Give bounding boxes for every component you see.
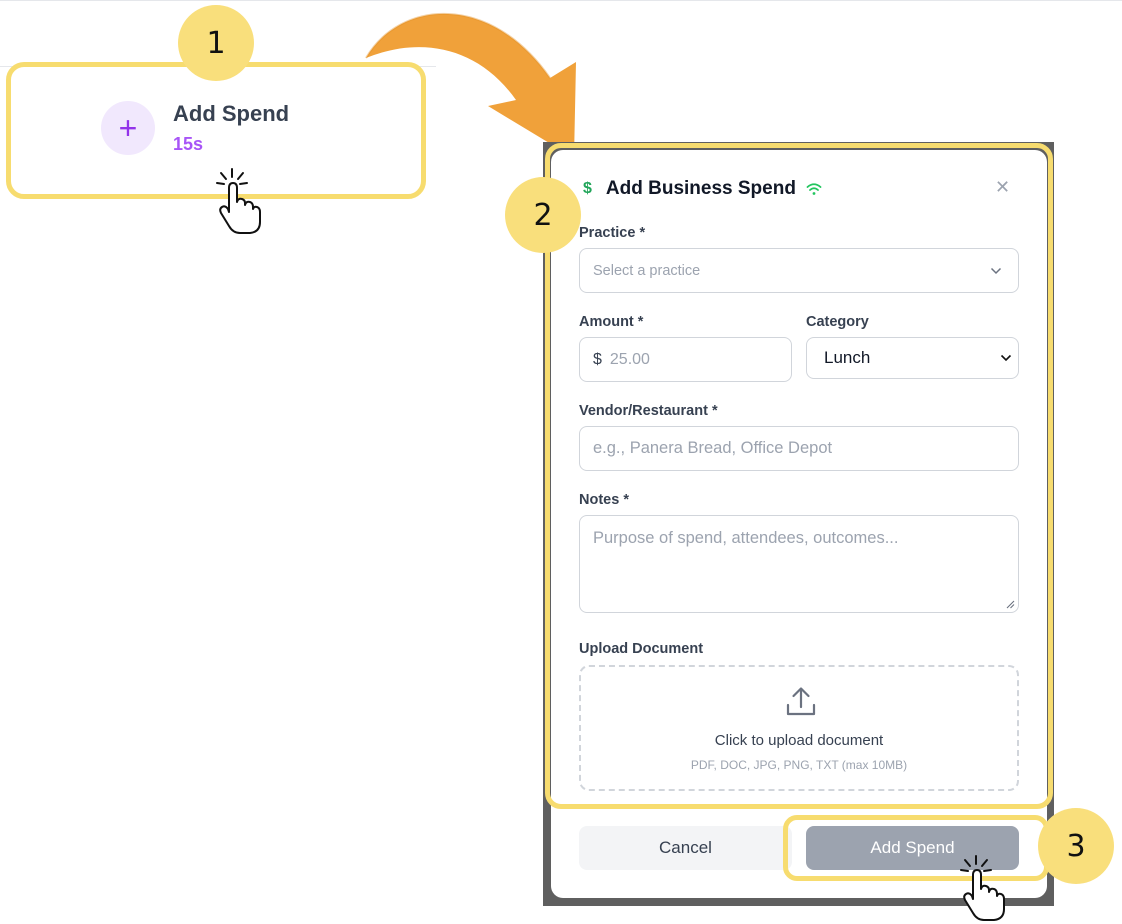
tutorial-screenshot: + Add Spend 15s $ Add Business Spend ✕ P… xyxy=(0,0,1122,924)
modal-header: $ Add Business Spend xyxy=(583,176,822,202)
chevron-down-icon xyxy=(1000,354,1012,362)
resize-handle-icon[interactable] xyxy=(1006,600,1015,609)
close-icon[interactable]: ✕ xyxy=(995,178,1010,196)
category-label: Category xyxy=(806,314,869,330)
hand-pointer-icon xyxy=(216,168,261,234)
quick-action-duration: 15s xyxy=(173,134,204,154)
dollar-icon: $ xyxy=(583,180,592,197)
vendor-placeholder: e.g., Panera Bread, Office Depot xyxy=(593,439,833,457)
amount-placeholder: 25.00 xyxy=(609,350,650,368)
scroll-tick xyxy=(546,520,548,528)
plus-icon: + xyxy=(101,101,155,155)
chevron-down-icon xyxy=(990,267,1002,274)
cancel-button[interactable]: Cancel xyxy=(579,826,792,870)
category-value: Lunch xyxy=(824,348,871,367)
wifi-icon xyxy=(806,183,822,195)
vendor-input[interactable]: e.g., Panera Bread, Office Depot xyxy=(579,426,1019,471)
upload-label: Upload Document xyxy=(579,641,704,657)
notes-textarea[interactable]: Purpose of spend, attendees, outcomes... xyxy=(579,515,1019,613)
step-1-badge: 1 xyxy=(178,5,254,81)
notes-label: Notes * xyxy=(579,492,629,508)
amount-input[interactable]: $ 25.00 xyxy=(579,337,792,382)
step-3-badge: 3 xyxy=(1038,808,1114,884)
currency-symbol: $ xyxy=(593,350,602,368)
hand-pointer-icon xyxy=(960,855,1005,921)
amount-label: Amount * xyxy=(579,314,644,330)
scroll-tick xyxy=(546,740,548,748)
upload-dropzone[interactable]: Click to upload document PDF, DOC, JPG, … xyxy=(579,665,1019,791)
practice-select[interactable]: Select a practice xyxy=(579,248,1019,293)
upload-icon xyxy=(786,687,816,716)
upload-hint-text: PDF, DOC, JPG, PNG, TXT (max 10MB) xyxy=(690,758,908,772)
notes-placeholder: Purpose of spend, attendees, outcomes... xyxy=(593,529,899,547)
modal-title: Add Business Spend xyxy=(605,178,796,199)
upload-main-text: Click to upload document xyxy=(714,732,884,749)
practice-label: Practice * xyxy=(579,225,646,241)
vendor-label: Vendor/Restaurant * xyxy=(579,403,718,419)
practice-placeholder: Select a practice xyxy=(593,262,701,279)
quick-action-title: Add Spend xyxy=(173,101,290,126)
category-select[interactable]: Lunch xyxy=(806,337,1019,379)
step-2-badge: 2 xyxy=(505,177,581,253)
